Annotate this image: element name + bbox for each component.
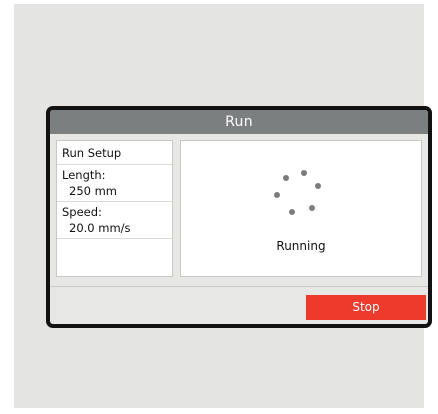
window-title: Run xyxy=(50,110,428,134)
spinner-dot xyxy=(315,183,321,189)
setup-item-speed: Speed: 20.0 mm/s xyxy=(57,202,172,239)
run-setup-panel: Run Setup Length: 250 mm Speed: 20.0 mm/… xyxy=(56,140,173,277)
footer-divider xyxy=(50,286,428,287)
status-text: Running xyxy=(276,239,326,253)
setup-item-length: Length: 250 mm xyxy=(57,165,172,202)
stop-button[interactable]: Stop xyxy=(306,295,426,320)
spinner-dot xyxy=(289,209,295,215)
speed-label: Speed: xyxy=(62,205,102,219)
device-bezel: Run Run Setup Length: 250 mm Speed: 20.0… xyxy=(46,106,432,328)
length-value: 250 mm xyxy=(69,184,118,198)
run-setup-header: Run Setup xyxy=(57,141,172,165)
background-canvas: Run Run Setup Length: 250 mm Speed: 20.0… xyxy=(14,4,432,408)
spinner-dot xyxy=(309,205,315,211)
loading-spinner-icon xyxy=(271,166,331,218)
run-status-panel: Running xyxy=(180,140,422,277)
spinner-dot xyxy=(274,192,280,198)
run-screen: Run Run Setup Length: 250 mm Speed: 20.0… xyxy=(50,110,428,324)
length-label: Length: xyxy=(62,168,106,182)
speed-value: 20.0 mm/s xyxy=(69,221,131,235)
spinner-dot xyxy=(283,175,289,181)
spinner-dot xyxy=(301,170,307,176)
